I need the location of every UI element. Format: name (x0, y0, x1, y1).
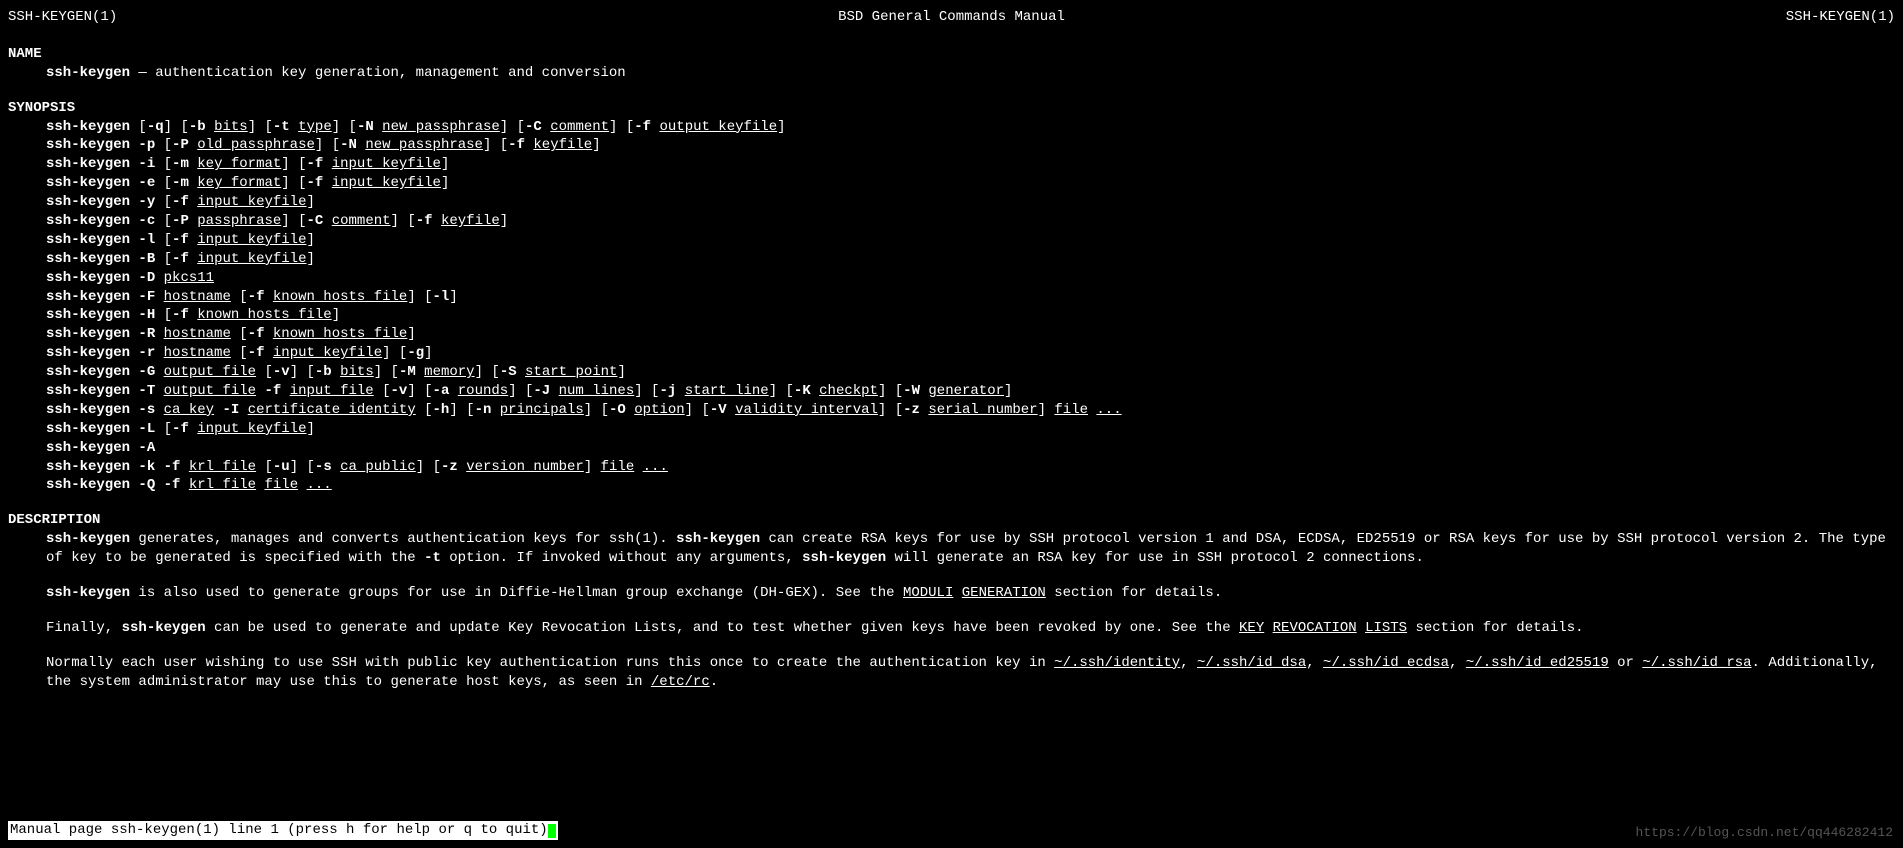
cursor-icon (548, 824, 556, 838)
syn-line-15: ssh-keygen -T output_file -f input_file … (46, 382, 1895, 401)
syn-line-20: ssh-keygen -Q -f krl_file file ... (46, 476, 1895, 495)
syn-line-10: ssh-keygen -F hostname [-f known_hosts_f… (46, 288, 1895, 307)
syn-line-19: ssh-keygen -k -f krl_file [-u] [-s ca_pu… (46, 458, 1895, 477)
desc-p2: ssh-keygen is also used to generate grou… (46, 584, 1895, 603)
watermark-text: https://blog.csdn.net/qq446282412 (1636, 824, 1893, 842)
pager-status-text: Manual page ssh-keygen(1) line 1 (press … (10, 821, 548, 840)
syn-line-1: ssh-keygen [-q] [-b bits] [-t type] [-N … (46, 118, 1895, 137)
header-left: SSH-KEYGEN(1) (8, 8, 117, 27)
description-body: ssh-keygen generates, manages and conver… (46, 530, 1895, 691)
syn-line-16: ssh-keygen -s ca_key -I certificate_iden… (46, 401, 1895, 420)
section-name-title: NAME (8, 45, 1895, 64)
desc-p1: ssh-keygen generates, manages and conver… (46, 530, 1895, 568)
syn-line-7: ssh-keygen -l [-f input_keyfile] (46, 231, 1895, 250)
syn-line-17: ssh-keygen -L [-f input_keyfile] (46, 420, 1895, 439)
synopsis-body: ssh-keygen [-q] [-b bits] [-t type] [-N … (46, 118, 1895, 496)
syn-line-18: ssh-keygen -A (46, 439, 1895, 458)
section-description-title: DESCRIPTION (8, 511, 1895, 530)
syn-line-12: ssh-keygen -R hostname [-f known_hosts_f… (46, 325, 1895, 344)
syn-line-5: ssh-keygen -y [-f input_keyfile] (46, 193, 1895, 212)
syn-line-9: ssh-keygen -D pkcs11 (46, 269, 1895, 288)
syn-line-13: ssh-keygen -r hostname [-f input_keyfile… (46, 344, 1895, 363)
syn-line-2: ssh-keygen -p [-P old_passphrase] [-N ne… (46, 136, 1895, 155)
syn-line-11: ssh-keygen -H [-f known_hosts_file] (46, 306, 1895, 325)
section-name-body: ssh-keygen — authentication key generati… (46, 64, 1895, 83)
section-synopsis-title: SYNOPSIS (8, 99, 1895, 118)
syn-line-14: ssh-keygen -G output_file [-v] [-b bits]… (46, 363, 1895, 382)
name-desc: — authentication key generation, managem… (130, 65, 626, 81)
header-right: SSH-KEYGEN(1) (1786, 8, 1895, 27)
manpage-header: SSH-KEYGEN(1) BSD General Commands Manua… (8, 8, 1895, 27)
syn-line-6: ssh-keygen -c [-P passphrase] [-C commen… (46, 212, 1895, 231)
syn-line-8: ssh-keygen -B [-f input_keyfile] (46, 250, 1895, 269)
header-center: BSD General Commands Manual (838, 8, 1065, 27)
desc-p3: Finally, ssh-keygen can be used to gener… (46, 619, 1895, 638)
syn-line-3: ssh-keygen -i [-m key_format] [-f input_… (46, 155, 1895, 174)
pager-status-bar[interactable]: Manual page ssh-keygen(1) line 1 (press … (8, 821, 558, 840)
name-cmd: ssh-keygen (46, 65, 130, 81)
syn-line-4: ssh-keygen -e [-m key_format] [-f input_… (46, 174, 1895, 193)
desc-p4: Normally each user wishing to use SSH wi… (46, 654, 1895, 692)
